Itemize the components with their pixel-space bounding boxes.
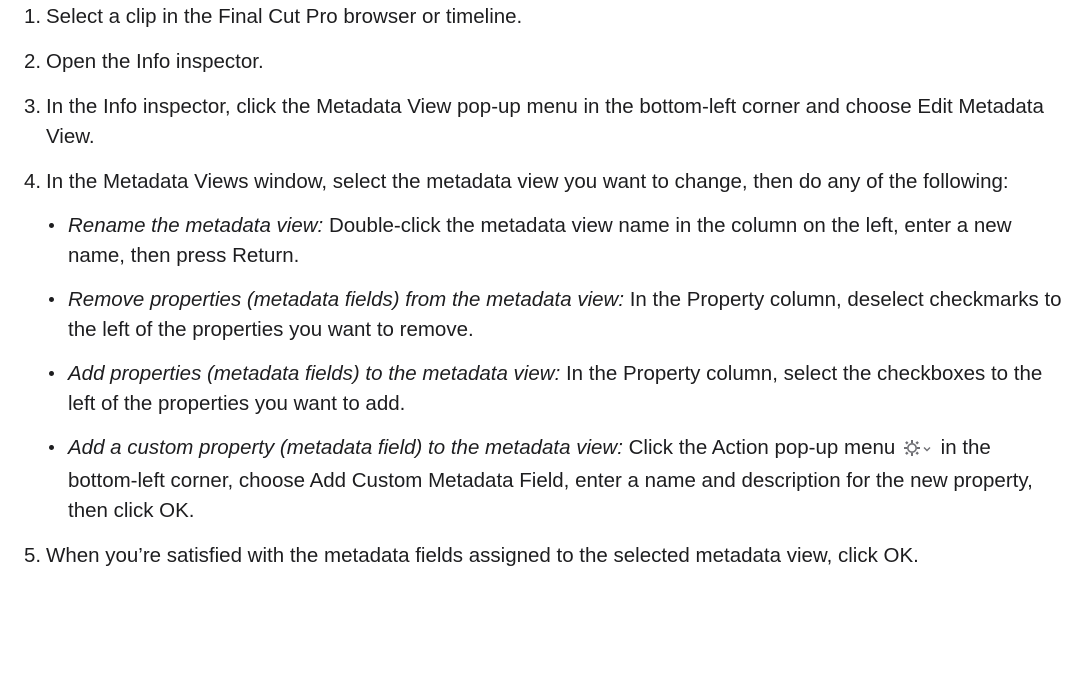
bullet-dot (46, 211, 68, 241)
bullet-dot (46, 433, 68, 463)
option-text: Remove properties (metadata fields) from… (68, 285, 1064, 345)
option-text: Add properties (metadata fields) to the … (68, 359, 1064, 419)
option-add-properties: Add properties (metadata fields) to the … (46, 359, 1064, 419)
option-term: Add a custom property (metadata field) t… (68, 436, 623, 459)
step-body: In the Metadata Views window, select the… (46, 167, 1064, 526)
option-text: Rename the metadata view: Double-click t… (68, 211, 1064, 271)
option-rename-view: Rename the metadata view: Double-click t… (46, 211, 1064, 271)
step-number: 1. (24, 5, 42, 28)
step-text: Open the Info inspector. (46, 50, 264, 73)
option-remove-properties: Remove properties (metadata fields) from… (46, 285, 1064, 345)
option-text: Add a custom property (metadata field) t… (68, 433, 1064, 526)
option-term: Remove properties (metadata fields) from… (68, 288, 625, 311)
step-text: When you’re satisfied with the metadata … (46, 544, 919, 567)
step-5: 5. When you’re satisfied with the metada… (24, 541, 1064, 571)
step-text: Select a clip in the Final Cut Pro brows… (46, 5, 523, 28)
step-text: In the Info inspector, click the Metadat… (46, 95, 1044, 148)
step-number: 4. (24, 170, 42, 193)
option-add-custom-property: Add a custom property (metadata field) t… (46, 433, 1064, 526)
step-number: 2. (24, 50, 42, 73)
option-term: Add properties (metadata fields) to the … (68, 362, 561, 385)
step-2: 2. Open the Info inspector. (24, 47, 1064, 77)
option-list: Rename the metadata view: Double-click t… (46, 211, 1064, 526)
bullet-dot (46, 359, 68, 389)
option-description-before-icon: Click the Action pop-up menu (622, 436, 896, 459)
step-4: 4. In the Metadata Views window, select … (24, 167, 1064, 526)
option-term: Rename the metadata view: (68, 214, 324, 237)
action-gear-icon (903, 436, 933, 466)
step-number: 3. (24, 95, 42, 118)
step-1: 1. Select a clip in the Final Cut Pro br… (24, 2, 1064, 32)
step-number: 5. (24, 544, 42, 567)
instruction-list: 1. Select a clip in the Final Cut Pro br… (0, 0, 1064, 571)
step-text: In the Metadata Views window, select the… (46, 170, 1009, 193)
step-3: 3. In the Info inspector, click the Meta… (24, 92, 1064, 152)
bullet-dot (46, 285, 68, 315)
